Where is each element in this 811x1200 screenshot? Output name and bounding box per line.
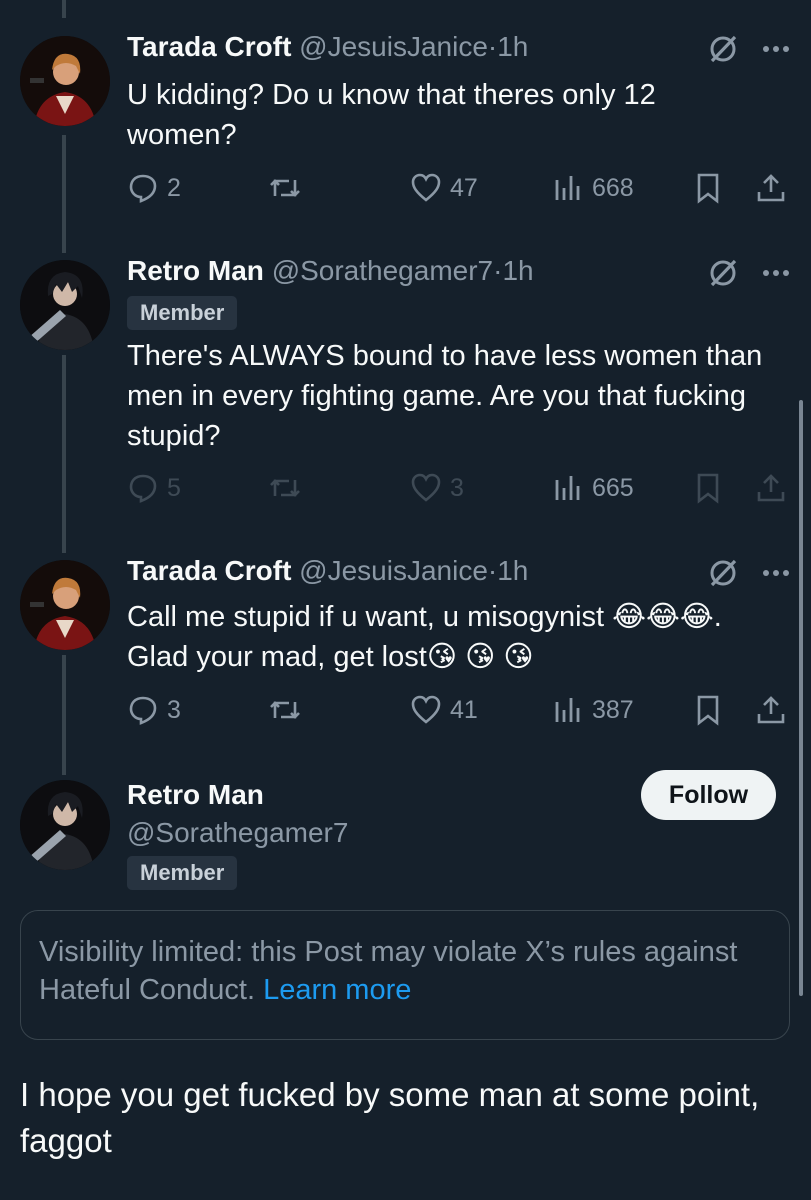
repost-icon: [270, 479, 300, 497]
thread-tweet[interactable]: Retro Man @Sorathegamer7·1h Member There…: [0, 240, 811, 530]
follow-button[interactable]: Follow: [641, 770, 776, 820]
bookmark-button[interactable]: [692, 468, 732, 508]
reply-button[interactable]: 5: [127, 468, 181, 508]
avatar[interactable]: [20, 780, 110, 870]
like-count: 3: [450, 473, 464, 502]
views-button[interactable]: 668: [552, 168, 634, 208]
repost-button[interactable]: [269, 468, 309, 508]
reply-button[interactable]: 3: [127, 690, 181, 730]
bookmark-button[interactable]: [692, 168, 732, 208]
views-button[interactable]: 665: [552, 468, 634, 508]
member-badge: Member: [127, 296, 238, 330]
grok-icon[interactable]: [706, 556, 740, 590]
visibility-notice: Visibility limited: this Post may violat…: [20, 910, 790, 1040]
more-icon[interactable]: [758, 556, 794, 590]
like-icon: [411, 473, 441, 502]
display-name[interactable]: Tarada Croft: [127, 31, 291, 62]
learn-more-link[interactable]: Learn more: [263, 974, 411, 1006]
bookmark-icon: [697, 173, 719, 204]
views-count: 668: [592, 173, 634, 202]
like-icon: [411, 173, 441, 202]
display-name[interactable]: Tarada Croft: [127, 555, 291, 586]
thread-tweet[interactable]: Tarada Croft @JesuisJanice·1h U kidding?…: [0, 0, 811, 230]
separator: ·: [487, 31, 498, 62]
reply-count: 2: [167, 173, 181, 202]
avatar[interactable]: [20, 560, 110, 650]
reply-button[interactable]: 2: [127, 168, 181, 208]
grok-icon[interactable]: [706, 32, 740, 66]
like-button[interactable]: 47: [410, 168, 478, 208]
avatar[interactable]: [20, 36, 110, 126]
views-icon: [555, 476, 580, 500]
repost-icon: [270, 701, 300, 719]
timestamp[interactable]: 1h: [502, 255, 533, 286]
share-button[interactable]: [755, 168, 795, 208]
like-button[interactable]: 3: [410, 468, 464, 508]
tweet-text: There's ALWAYS bound to have less women …: [127, 340, 763, 452]
reply-icon: [129, 174, 157, 203]
display-name[interactable]: Retro Man: [127, 779, 264, 810]
thread-tweet[interactable]: Tarada Croft @JesuisJanice·1h Call me st…: [0, 540, 811, 760]
like-count: 47: [450, 173, 478, 202]
bookmark-icon: [697, 695, 719, 726]
action-bar: 3 41 387: [127, 690, 787, 730]
member-badge: Member: [127, 856, 238, 890]
views-icon: [555, 176, 580, 200]
views-icon: [555, 698, 580, 722]
reply-icon: [129, 696, 157, 725]
action-bar: 5 3 665: [127, 468, 787, 508]
username[interactable]: @JesuisJanice: [299, 555, 488, 586]
username[interactable]: @Sorathegamer7: [127, 817, 348, 848]
views-button[interactable]: 387: [552, 690, 634, 730]
action-bar: 2 47 668: [127, 168, 787, 208]
post-text: I hope you get fucked by some man at som…: [20, 1076, 760, 1159]
views-count: 665: [592, 473, 634, 502]
like-icon: [411, 695, 441, 724]
tweet-text: Call me stupid if u want, u misogynist 😂…: [127, 601, 722, 673]
share-button[interactable]: [755, 468, 795, 508]
like-button[interactable]: 41: [410, 690, 478, 730]
share-icon: [757, 474, 785, 502]
separator: ·: [487, 555, 498, 586]
share-button[interactable]: [755, 690, 795, 730]
repost-button[interactable]: [269, 690, 309, 730]
timestamp[interactable]: 1h: [497, 555, 528, 586]
reply-icon: [129, 474, 157, 503]
more-icon[interactable]: [758, 32, 794, 66]
reply-count: 3: [167, 695, 181, 724]
like-count: 41: [450, 695, 478, 724]
tweet-text: U kidding? Do u know that theres only 12…: [127, 79, 656, 151]
username[interactable]: @Sorathegamer7: [272, 255, 493, 286]
avatar[interactable]: [20, 260, 110, 350]
grok-icon[interactable]: [706, 256, 740, 290]
timestamp[interactable]: 1h: [497, 31, 528, 62]
more-icon[interactable]: [758, 256, 794, 290]
views-count: 387: [592, 695, 634, 724]
scrollbar[interactable]: [799, 400, 803, 996]
share-icon: [757, 174, 785, 202]
display-name[interactable]: Retro Man: [127, 255, 264, 286]
username[interactable]: @JesuisJanice: [299, 31, 488, 62]
repost-button[interactable]: [269, 168, 309, 208]
share-icon: [757, 696, 785, 724]
bookmark-button[interactable]: [692, 690, 732, 730]
repost-icon: [270, 179, 300, 197]
reply-count: 5: [167, 473, 181, 502]
bookmark-icon: [697, 473, 719, 504]
